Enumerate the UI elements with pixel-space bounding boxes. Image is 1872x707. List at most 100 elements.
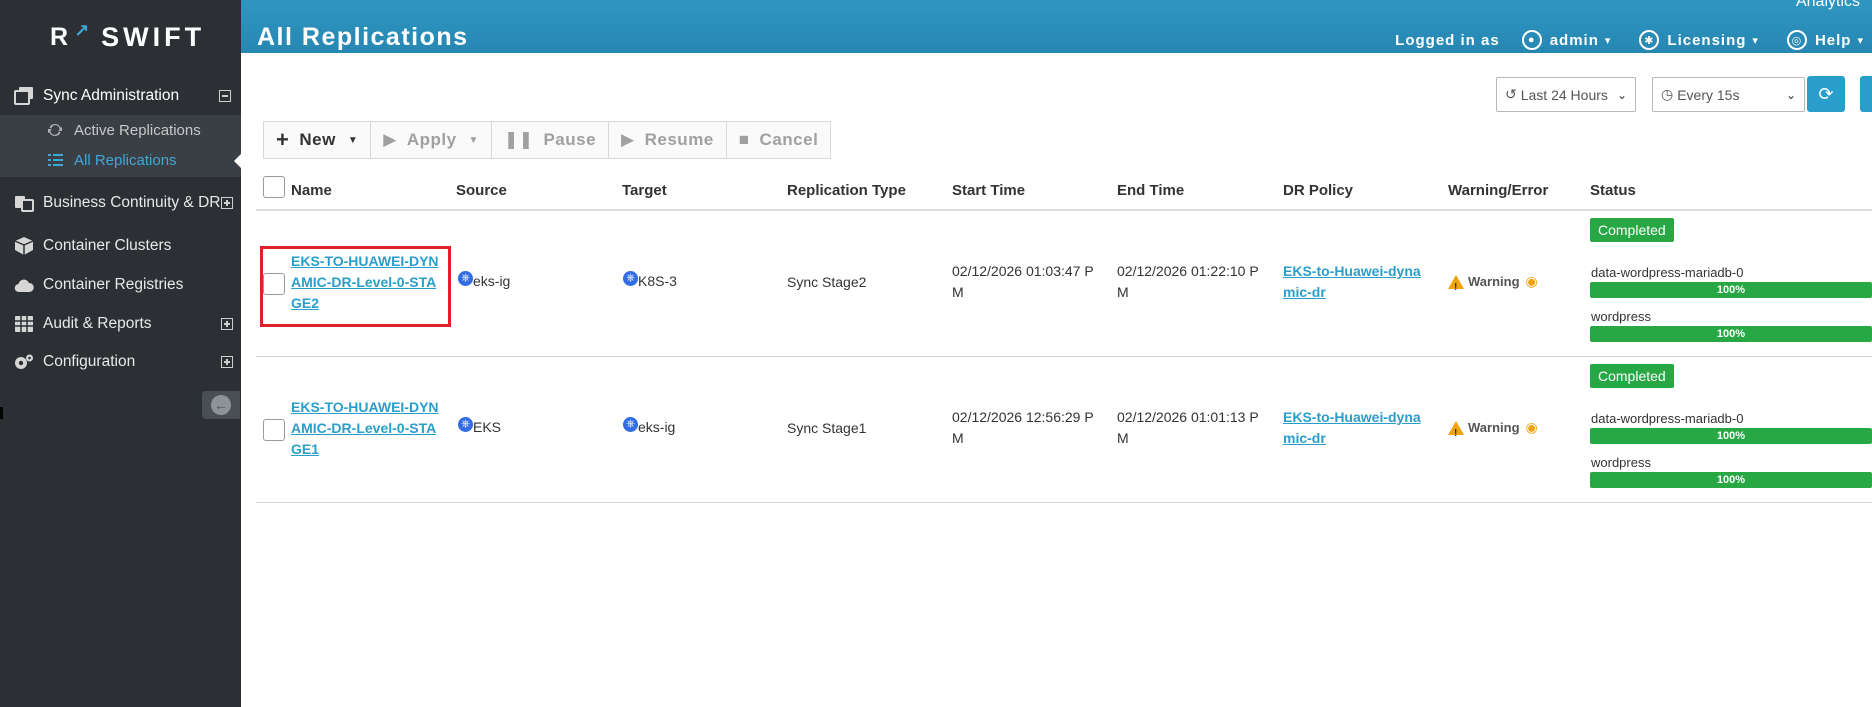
source-value: eks-ig — [473, 273, 511, 289]
select-all-checkbox[interactable] — [263, 176, 285, 198]
warning-icon — [1448, 274, 1464, 298]
progress-fill: 100% — [1590, 428, 1872, 444]
list-check-icon — [46, 152, 64, 168]
progress-fill: 100% — [1590, 472, 1872, 488]
cancel-button[interactable]: ■ Cancel — [727, 122, 831, 158]
user-menu[interactable]: ● admin ▾ — [1521, 30, 1612, 50]
column-header-name[interactable]: Name — [291, 182, 332, 199]
column-header-type[interactable]: Replication Type — [787, 182, 906, 199]
analytics-link[interactable]: Analytics — [1796, 0, 1860, 11]
progress-fill: 100% — [1590, 282, 1872, 298]
task-name: wordpress — [1591, 455, 1651, 470]
chevron-down-icon: ▾ — [1752, 34, 1759, 47]
refresh-interval-select[interactable]: ◷ Every 15s ⌄ — [1652, 77, 1805, 112]
extra-button[interactable] — [1860, 76, 1872, 112]
target-value: K8S-3 — [638, 273, 677, 289]
logged-in-label: Logged in as — [1395, 31, 1500, 49]
sidebar-item-label: Active Replications — [74, 121, 201, 139]
time-range-select[interactable]: ↺ Last 24 Hours ⌄ — [1496, 77, 1636, 112]
resume-button[interactable]: ▶ Resume — [609, 122, 727, 158]
end-time-line: M — [1117, 430, 1129, 446]
column-header-source[interactable]: Source — [456, 182, 507, 199]
help-menu[interactable]: ◎ Help ▾ — [1786, 30, 1864, 50]
action-toolbar: + New ▼ ▶ Apply ▼ ❚❚ Pause ▶ Resume ■ Ca… — [263, 121, 832, 159]
kubernetes-icon: ⎈ — [623, 417, 638, 432]
sidebar-item-container-registries[interactable]: Container Registries — [0, 273, 241, 297]
target-value: eks-ig — [638, 419, 676, 435]
task-name: data-wordpress-mariadb-0 — [1591, 265, 1744, 280]
column-header-status[interactable]: Status — [1590, 182, 1636, 199]
expand-icon[interactable] — [221, 197, 233, 209]
replication-name-link[interactable]: EKS-TO-HUAWEI-DYN AMIC-DR-Level-0-STA GE… — [291, 397, 441, 460]
sidebar-item-business-continuity[interactable]: Business Continuity & DR — [0, 191, 241, 215]
replications-table: Name Source Target Replication Type Star… — [256, 173, 1872, 503]
sidebar-item-label: Business Continuity & DR — [43, 194, 221, 211]
gear-icon: ✱ — [1639, 30, 1660, 50]
replication-type: Sync Stage2 — [787, 274, 867, 290]
column-header-end-time[interactable]: End Time — [1117, 182, 1184, 199]
collapse-icon[interactable] — [219, 90, 231, 102]
column-header-dr-policy[interactable]: DR Policy — [1283, 182, 1353, 199]
licensing-menu[interactable]: ✱ Licensing ▾ — [1639, 30, 1759, 50]
expand-icon[interactable] — [221, 318, 233, 330]
chevron-down-icon: ▾ — [1604, 34, 1612, 47]
lifebuoy-icon: ◎ — [1786, 30, 1807, 50]
progress-bar: 100% — [1590, 326, 1872, 342]
kubernetes-icon: ⎈ — [458, 417, 473, 432]
column-header-target[interactable]: Target — [622, 182, 667, 199]
source-cell: ⎈ EKS — [458, 417, 501, 438]
caret-down-icon: ▼ — [347, 134, 359, 146]
time-range-value: Last 24 Hours — [1520, 86, 1608, 103]
column-header-start-time[interactable]: Start Time — [952, 182, 1025, 199]
start-time: 02/12/2026 01:03:47 P M — [952, 261, 1094, 303]
sidebar-item-container-clusters[interactable]: Container Clusters — [0, 234, 241, 258]
status-badge: Completed — [1590, 218, 1674, 242]
new-label: New — [299, 130, 336, 149]
table-row: EKS-TO-HUAWEI-DYN AMIC-DR-Level-0-STA GE… — [256, 357, 1872, 503]
clock-icon: ◷ — [1661, 86, 1674, 102]
swift-logo[interactable]: R ↗ SWIFT — [50, 21, 205, 53]
row-checkbox[interactable] — [263, 419, 285, 441]
dr-policy-link[interactable]: EKS-to-Huawei-dyna mic-dr — [1283, 407, 1421, 449]
new-button[interactable]: + New ▼ — [264, 122, 372, 158]
column-header-warning[interactable]: Warning/Error — [1448, 182, 1548, 199]
caret-down-icon: ▼ — [468, 134, 479, 146]
continuity-icon — [13, 193, 35, 213]
table-header: Name Source Target Replication Type Star… — [256, 173, 1872, 211]
eye-icon[interactable]: ◉ — [1526, 271, 1538, 292]
sidebar-item-audit-reports[interactable]: Audit & Reports — [0, 312, 241, 336]
top-header: All Replications Analytics Logged in as … — [241, 0, 1872, 53]
replication-type: Sync Stage1 — [787, 420, 867, 436]
apply-button[interactable]: ▶ Apply ▼ — [371, 122, 492, 158]
status-badge: Completed — [1590, 364, 1674, 388]
resume-label: Resume — [644, 130, 714, 149]
header-right: Logged in as ● admin ▾ ✱ Licensing ▾ ◎ H… — [1395, 30, 1872, 50]
warning-indicator[interactable]: Warning ◉ — [1448, 271, 1538, 298]
kubernetes-icon: ⎈ — [623, 271, 638, 286]
expand-icon[interactable] — [221, 356, 233, 368]
sidebar-item-sync-administration[interactable]: Sync Administration — [0, 84, 241, 108]
dr-policy-link[interactable]: EKS-to-Huawei-dyna mic-dr — [1283, 261, 1421, 303]
sidebar-item-all-replications[interactable]: All Replications — [0, 145, 242, 175]
refresh-button[interactable]: ⟳ — [1807, 76, 1845, 112]
logo-arrow-icon: ↗ — [74, 21, 94, 41]
refresh-interval-value: Every 15s — [1677, 86, 1740, 103]
user-icon: ● — [1521, 30, 1542, 50]
source-cell: ⎈ eks-ig — [458, 271, 510, 292]
copy-icon — [13, 86, 35, 106]
cancel-label: Cancel — [759, 130, 819, 149]
sidebar-item-label: Configuration — [43, 353, 136, 370]
name-line: AMIC-DR-Level-0-STA — [291, 420, 437, 436]
pause-button[interactable]: ❚❚ Pause — [492, 122, 610, 158]
sidebar-item-active-replications[interactable]: Active Replications — [0, 115, 241, 145]
edge-marker — [0, 407, 3, 419]
eye-icon[interactable]: ◉ — [1526, 417, 1538, 438]
licensing-label: Licensing — [1667, 31, 1747, 49]
plus-icon: + — [276, 127, 290, 152]
user-name: admin — [1549, 31, 1599, 49]
help-label: Help — [1814, 31, 1852, 49]
collapse-sidebar-button[interactable]: ← — [202, 391, 240, 419]
warning-indicator[interactable]: Warning ◉ — [1448, 417, 1538, 444]
sidebar-item-configuration[interactable]: Configuration — [0, 350, 241, 374]
policy-line: mic-dr — [1283, 284, 1326, 300]
